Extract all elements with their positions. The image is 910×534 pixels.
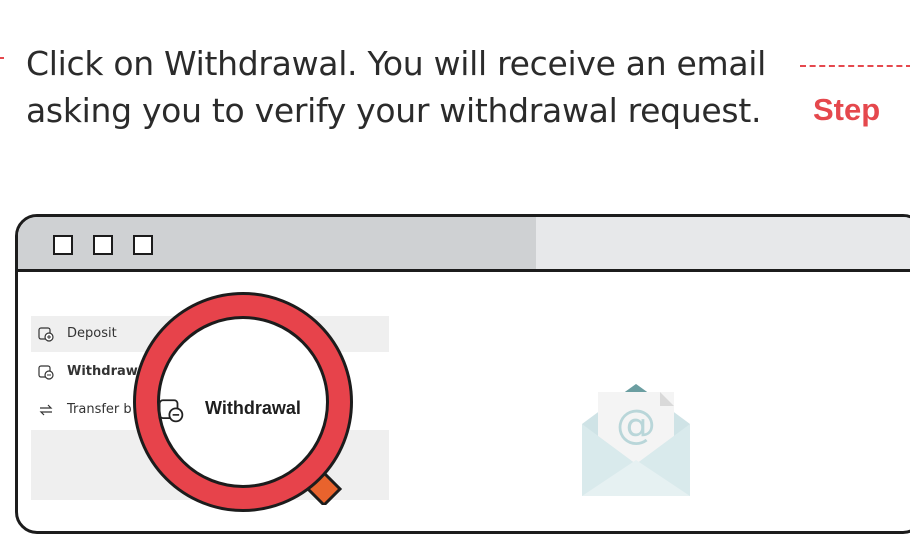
titlebar-right-panel [536, 217, 910, 269]
email-envelope-icon: @ [582, 384, 690, 496]
email-at-symbol: @ [616, 402, 656, 448]
window-button-3[interactable] [133, 235, 153, 255]
menu-item-label: Withdrawa [67, 364, 147, 379]
instruction-line-1: Click on Withdrawal. You will receive an… [26, 44, 767, 83]
left-marker [0, 57, 4, 59]
step-connector-line [800, 65, 910, 67]
magnified-withdrawal-label: Withdrawal [205, 398, 301, 418]
instruction-text: Click on Withdrawal. You will receive an… [26, 40, 766, 134]
withdrawal-icon [158, 399, 184, 423]
menu-item-label: Deposit [67, 326, 117, 341]
transfer-icon [39, 404, 53, 416]
menu-item-label: Transfer b [67, 402, 132, 417]
instruction-line-2: asking you to verify your withdrawal req… [26, 91, 762, 130]
step-label: Step [813, 92, 881, 127]
window-button-1[interactable] [53, 235, 73, 255]
window-titlebar [18, 217, 910, 272]
window-button-2[interactable] [93, 235, 113, 255]
withdrawal-icon [38, 365, 54, 380]
deposit-icon [38, 327, 54, 342]
